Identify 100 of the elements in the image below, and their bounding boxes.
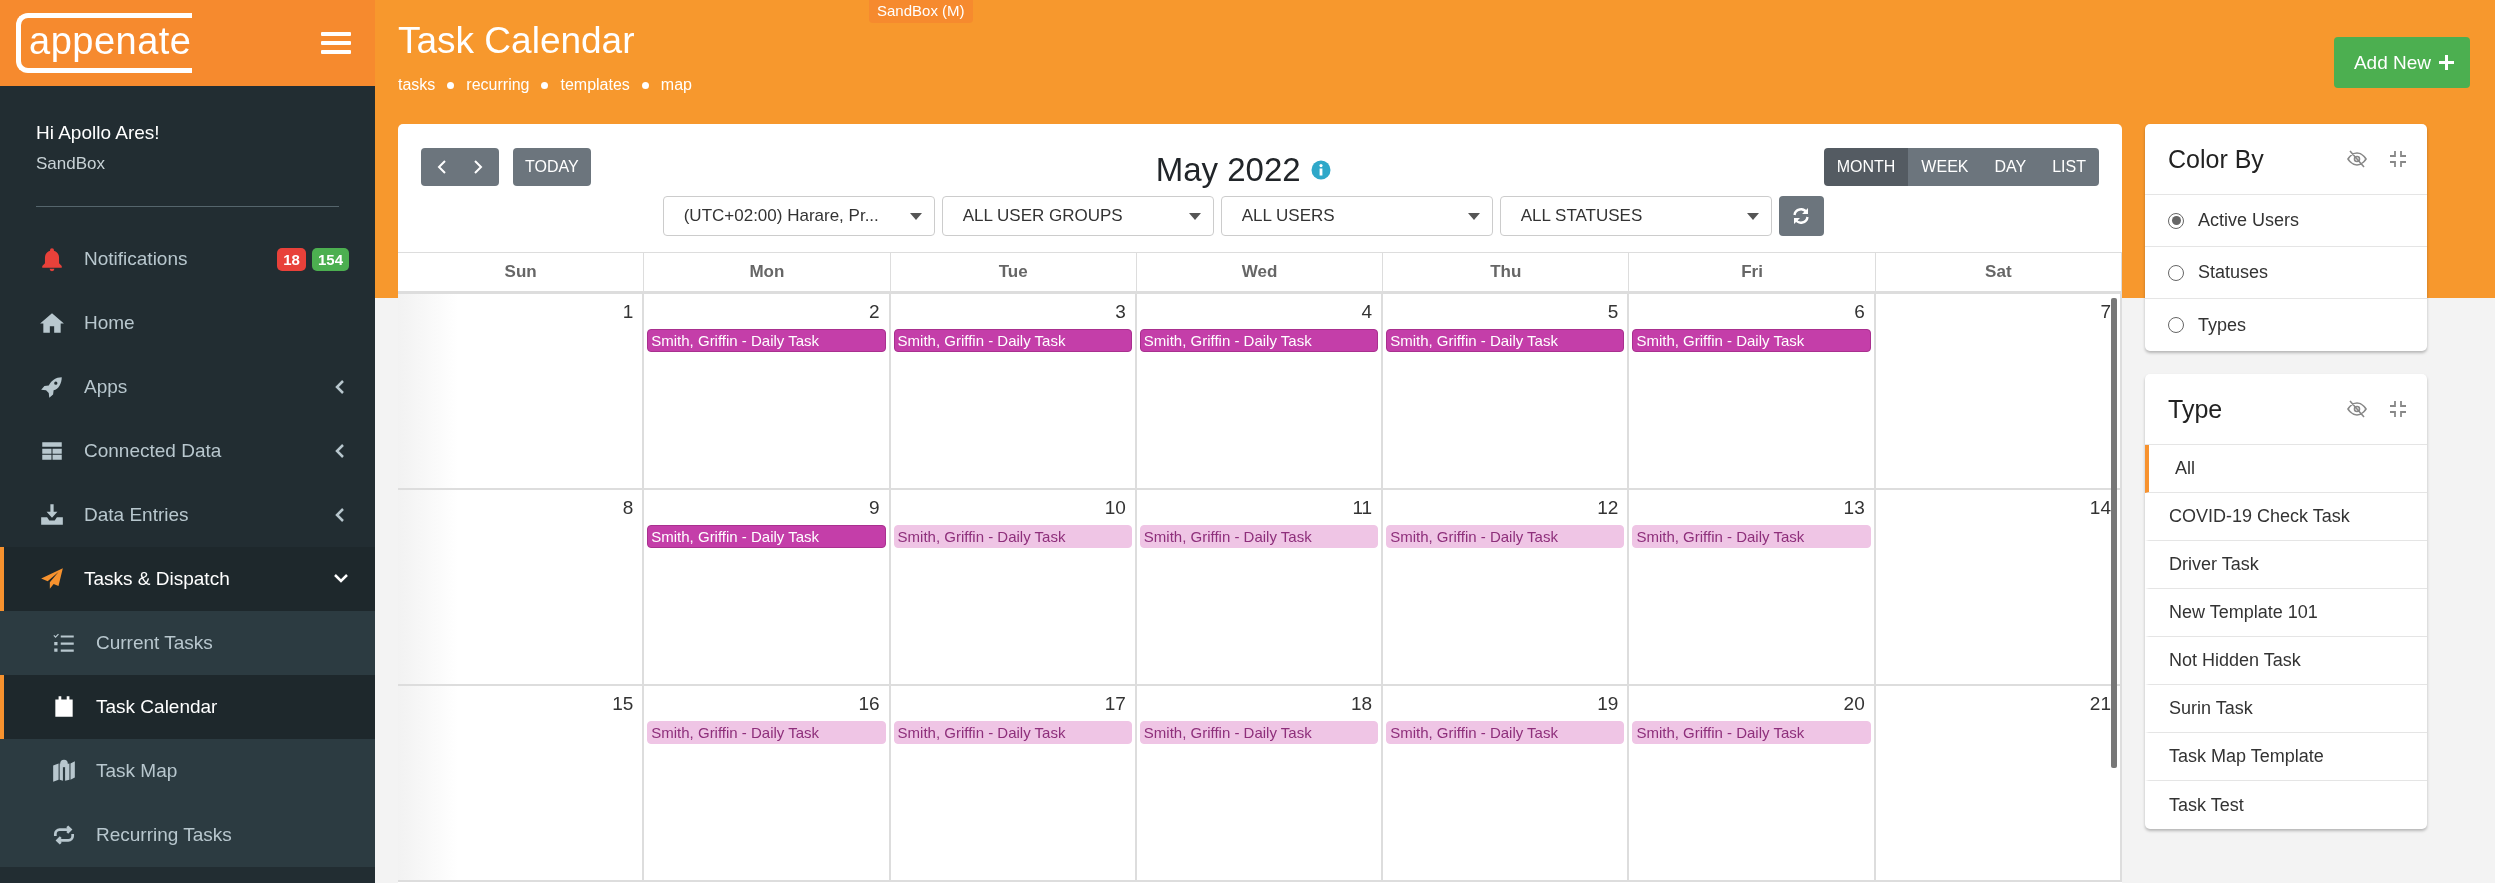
menu-item[interactable]: Home [0,291,375,355]
event-bar[interactable]: Smith, Griffin - Daily Task [1386,329,1625,352]
day-cell[interactable]: 12 Smith, Griffin - Daily Task [1383,490,1630,686]
filter-dropdown[interactable]: (UTC+02:00) Harare, Pr... [662,196,935,236]
day-cell[interactable]: 8 [398,490,645,686]
day-number: 1 [622,300,635,323]
event-bar[interactable]: Smith, Griffin - Daily Task [647,329,886,352]
menu-label: Connected Data [84,440,223,462]
collapse-icon[interactable] [2389,400,2407,418]
type-item[interactable]: All [2145,445,2427,493]
menu-button[interactable] [321,30,351,56]
type-item[interactable]: Task Map Template [2145,733,2427,781]
panel-title: Type [2168,394,2224,424]
event-bar[interactable]: Smith, Griffin - Daily Task [1139,329,1379,352]
menu-item[interactable]: Apps [0,355,375,419]
day-number: 2 [869,300,881,323]
info-icon[interactable] [1310,160,1331,180]
event-bar[interactable]: Smith, Griffin - Daily Task [1632,721,1871,744]
type-item[interactable]: Surin Task [2145,685,2427,733]
day-cell[interactable]: 2 Smith, Griffin - Daily Task [644,294,891,490]
submenu-item[interactable]: Recurring Tasks [0,803,375,867]
day-cell[interactable]: 18 Smith, Griffin - Daily Task [1136,686,1384,882]
caret-down-icon [909,212,922,220]
view-tab[interactable]: WEEK [1908,148,1982,186]
filter-dropdown[interactable]: ALL USER GROUPS [941,196,1214,236]
view-tab[interactable]: DAY [1981,148,2040,186]
event-bar[interactable]: Smith, Griffin - Daily Task [1386,525,1625,548]
menu-icon [321,30,351,56]
view-tab[interactable]: LIST [2039,148,2099,186]
refresh-button[interactable] [1778,196,1824,236]
day-cell[interactable]: 9 Smith, Griffin - Daily Task [644,490,891,686]
hide-icon[interactable] [2347,400,2367,418]
scrollbar[interactable] [2111,298,2117,768]
day-number: 11 [1352,496,1374,519]
day-cell[interactable]: 15 [398,686,645,882]
count-badge: 154 [311,247,349,271]
day-cell[interactable]: 16 Smith, Griffin - Daily Task [644,686,891,882]
day-number: 9 [869,496,881,519]
view-tab[interactable]: MONTH [1823,148,1909,186]
event-bar[interactable]: Smith, Griffin - Daily Task [1139,525,1379,548]
event-bar[interactable]: Smith, Griffin - Daily Task [893,329,1132,352]
hide-icon[interactable] [2347,150,2367,168]
day-cell[interactable]: 5 Smith, Griffin - Daily Task [1383,294,1630,490]
menu-item[interactable]: Notifications 18 154 [0,227,375,291]
event-bar[interactable]: Smith, Griffin - Daily Task [893,721,1132,744]
chevron-right-icon [471,159,485,175]
event-bar[interactable]: Smith, Griffin - Daily Task [1632,329,1871,352]
submenu-item[interactable]: Task Map [0,739,375,803]
menu-item[interactable]: Connected Data [0,419,375,483]
menu-label: Task Calendar [96,696,219,718]
event-bar[interactable]: Smith, Griffin - Daily Task [1632,525,1871,548]
day-number: 6 [1854,300,1866,323]
filter-dropdown[interactable]: ALL USERS [1220,196,1493,236]
menu-label: Apps [84,376,129,398]
day-cell[interactable]: 19 Smith, Griffin - Daily Task [1383,686,1630,882]
day-cell[interactable]: 11 Smith, Griffin - Daily Task [1136,490,1384,686]
menu-item[interactable]: Data Entries [0,483,375,547]
weekday-header: Fri [1629,252,1876,294]
event-bar[interactable]: Smith, Griffin - Daily Task [647,721,886,744]
chevron-left-icon [435,159,449,175]
submenu-item[interactable]: Task Calendar [0,675,375,739]
day-number: 10 [1104,496,1127,519]
collapse-icon[interactable] [2389,150,2407,168]
day-cell[interactable]: 4 Smith, Griffin - Daily Task [1136,294,1384,490]
menu-item[interactable]: Tasks & Dispatch [0,547,375,611]
weekday-header: Thu [1383,252,1630,294]
menu-label: Recurring Tasks [96,824,233,846]
day-number: 3 [1115,300,1127,323]
day-cell[interactable]: 6 Smith, Griffin - Daily Task [1629,294,1876,490]
day-cell[interactable]: 20 Smith, Griffin - Daily Task [1629,686,1876,882]
bell-icon [39,246,65,272]
filter-dropdown[interactable]: ALL STATUSES [1499,196,1772,236]
day-number: 16 [858,692,881,715]
menu-label: Home [84,312,136,334]
day-cell[interactable]: 10 Smith, Griffin - Daily Task [890,490,1137,686]
account-name: SandBox [36,154,106,174]
count-badge: 18 [277,247,306,271]
event-bar[interactable]: Smith, Griffin - Daily Task [647,525,886,548]
menu-label: Tasks & Dispatch [84,568,231,590]
refresh-icon [1791,206,1812,226]
weekday-header: Wed [1136,252,1384,294]
event-bar[interactable]: Smith, Griffin - Daily Task [893,525,1132,548]
day-number: 15 [612,692,635,715]
type-item[interactable]: Task Test [2145,781,2427,829]
caret-down-icon [1188,212,1201,220]
day-number: 5 [1607,300,1620,323]
day-cell[interactable]: 17 Smith, Griffin - Daily Task [890,686,1137,882]
day-cell[interactable]: 3 Smith, Griffin - Daily Task [890,294,1137,490]
event-bar[interactable]: Smith, Griffin - Daily Task [1386,721,1625,744]
type-item[interactable]: New Template 101 [2145,589,2427,637]
type-item[interactable]: Driver Task [2145,541,2427,589]
day-number: 19 [1597,692,1620,715]
day-cell[interactable]: 1 [398,294,645,490]
event-bar[interactable]: Smith, Griffin - Daily Task [1139,721,1379,744]
today-button[interactable]: TODAY [513,148,591,186]
day-number: 20 [1843,692,1866,715]
day-cell[interactable]: 13 Smith, Griffin - Daily Task [1629,490,1876,686]
submenu-item[interactable]: Current Tasks [0,611,375,675]
type-item[interactable]: Not Hidden Task [2145,637,2427,685]
type-item[interactable]: COVID-19 Check Task [2145,493,2427,541]
